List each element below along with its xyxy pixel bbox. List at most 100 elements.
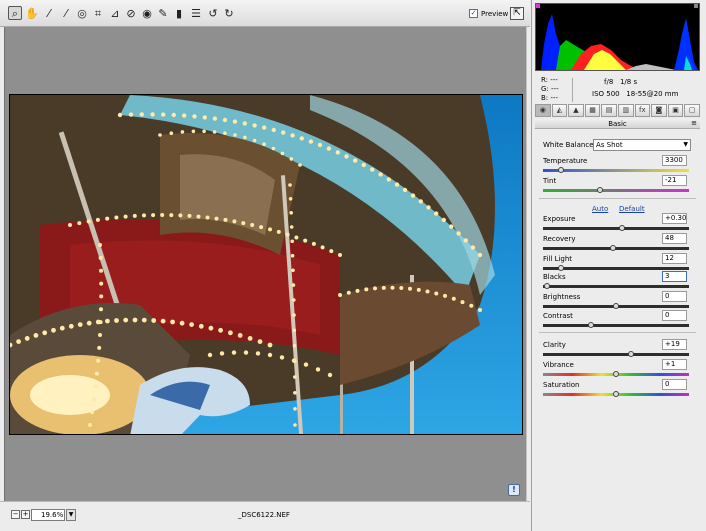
fill-light-slider[interactable] xyxy=(543,265,689,271)
zoom-out-button[interactable]: − xyxy=(11,510,20,519)
white-balance-tool-icon[interactable]: ⁄ xyxy=(42,6,56,20)
panel-tab-5[interactable]: ▤ xyxy=(601,104,617,117)
light-bulb xyxy=(242,121,247,126)
light-bulb xyxy=(132,317,138,323)
panel-menu-icon[interactable]: ≡ xyxy=(691,119,697,127)
light-bulb xyxy=(293,423,297,427)
light-bulb xyxy=(303,362,309,367)
light-bulb xyxy=(117,112,123,118)
recovery-slider-thumb[interactable] xyxy=(610,245,617,251)
light-bulb xyxy=(291,283,296,287)
help-icon[interactable]: ! xyxy=(508,484,520,496)
light-bulb xyxy=(292,313,296,317)
fill-light-slider-thumb[interactable] xyxy=(557,265,564,271)
panel-tab-9[interactable]: ▣ xyxy=(667,104,684,117)
zoom-level-field[interactable]: 19.6% xyxy=(31,509,65,521)
light-bulb xyxy=(51,327,56,333)
light-bulb xyxy=(288,197,293,201)
zoom-in-button[interactable]: + xyxy=(21,510,30,519)
blacks-slider-thumb[interactable] xyxy=(544,283,551,289)
light-bulb xyxy=(88,423,92,427)
straighten-tool-icon[interactable]: ⊿ xyxy=(108,6,122,20)
hand-tool-icon[interactable]: ✋ xyxy=(25,6,39,20)
light-bulb xyxy=(293,407,297,411)
graduated-filter-tool-icon[interactable]: ▮ xyxy=(172,6,186,20)
clarity-slider[interactable] xyxy=(543,351,689,357)
preview-checkbox[interactable]: ✓ xyxy=(469,9,478,18)
light-bulb xyxy=(288,183,292,187)
preferences-tool-icon[interactable]: ☰ xyxy=(189,6,203,20)
g-label: G: xyxy=(541,85,549,93)
vibrance-slider-thumb[interactable] xyxy=(613,371,619,377)
light-bulb xyxy=(434,211,439,216)
exposure-slider-thumb[interactable] xyxy=(618,225,625,231)
light-bulb xyxy=(114,318,119,323)
clarity-slider-thumb[interactable] xyxy=(627,351,634,357)
light-bulb xyxy=(233,133,237,137)
light-bulb xyxy=(390,285,395,290)
vibrance-value-field[interactable]: +1 xyxy=(662,359,687,370)
preview-toggle[interactable]: ✓ Preview xyxy=(469,9,508,18)
panel-tab-10[interactable]: ▢ xyxy=(684,104,700,117)
light-bulb xyxy=(33,333,39,338)
blacks-slider[interactable] xyxy=(543,283,689,289)
recovery-value-field[interactable]: 48 xyxy=(662,233,687,244)
crop-tool-icon[interactable]: ⌗ xyxy=(91,6,105,20)
recovery-slider[interactable] xyxy=(543,245,689,251)
light-bulb xyxy=(257,339,263,344)
rotate-right-tool-icon[interactable]: ↻ xyxy=(222,6,236,20)
fill-light-value-field[interactable]: 12 xyxy=(662,253,687,264)
panel-tab-2[interactable]: ◭ xyxy=(551,104,568,117)
vibrance-slider[interactable] xyxy=(543,371,689,377)
photo-preview[interactable] xyxy=(9,94,523,435)
default-link[interactable]: Default xyxy=(619,205,645,213)
zoom-tool-icon[interactable]: ⌕ xyxy=(8,6,22,20)
panel-tab-7[interactable]: fx xyxy=(634,104,651,117)
saturation-value-field[interactable]: 0 xyxy=(662,379,687,390)
exposure-slider[interactable] xyxy=(543,225,689,231)
temperature-value-field[interactable]: 3300 xyxy=(662,155,687,166)
light-bulb xyxy=(290,253,295,258)
rotate-left-tool-icon[interactable]: ↺ xyxy=(206,6,220,20)
light-bulb xyxy=(451,296,456,301)
auto-link[interactable]: Auto xyxy=(592,205,608,213)
brightness-slider-thumb[interactable] xyxy=(613,303,619,309)
contrast-slider-thumb[interactable] xyxy=(588,322,595,328)
panel-tab-4[interactable]: ▦ xyxy=(584,104,601,117)
tint-slider-thumb[interactable] xyxy=(596,187,603,193)
tint-slider[interactable] xyxy=(543,187,689,193)
saturation-slider-thumb[interactable] xyxy=(613,391,619,397)
temperature-slider-thumb[interactable] xyxy=(557,167,564,173)
panel-tab-8[interactable]: ◙ xyxy=(651,104,667,117)
panel-tab-3[interactable]: ▲ xyxy=(568,104,584,117)
white-balance-value: As Shot xyxy=(596,141,623,149)
red-eye-tool-icon[interactable]: ◉ xyxy=(140,6,154,20)
light-bulb xyxy=(294,235,299,240)
clarity-value-field[interactable]: +19 xyxy=(662,339,687,350)
panel-tab-6[interactable]: ▥ xyxy=(617,104,634,117)
adjustment-brush-tool-icon[interactable]: ✎ xyxy=(156,6,170,20)
light-bulb xyxy=(91,397,96,402)
brightness-slider[interactable] xyxy=(543,303,689,309)
brightness-label: Brightness xyxy=(543,293,581,301)
saturation-slider[interactable] xyxy=(543,391,689,397)
r-value: --- xyxy=(550,76,558,84)
contrast-value-field[interactable]: 0 xyxy=(662,310,687,321)
exposure-value-field[interactable]: +0.30 xyxy=(662,213,687,224)
contrast-slider[interactable] xyxy=(543,322,689,328)
white-balance-select[interactable]: As Shot ▼ xyxy=(593,139,691,151)
blacks-value-field[interactable]: 3 xyxy=(662,271,687,282)
color-sampler-tool-icon[interactable]: ⁄ xyxy=(59,6,73,20)
light-bulb xyxy=(98,243,102,247)
panel-tab-1[interactable]: ◉ xyxy=(535,104,551,117)
temperature-slider[interactable] xyxy=(543,167,689,173)
zoom-dropdown-arrow[interactable]: ▼ xyxy=(66,509,76,521)
light-bulb xyxy=(293,375,297,379)
tint-value-field[interactable]: -21 xyxy=(662,175,687,186)
fullscreen-icon[interactable]: ⇱ xyxy=(510,7,524,20)
target-adjustment-tool-icon[interactable]: ◎ xyxy=(75,6,89,20)
light-bulb xyxy=(99,307,103,312)
light-bulb xyxy=(191,129,196,134)
spot-removal-tool-icon[interactable]: ⊘ xyxy=(124,6,138,20)
brightness-value-field[interactable]: 0 xyxy=(662,291,687,302)
